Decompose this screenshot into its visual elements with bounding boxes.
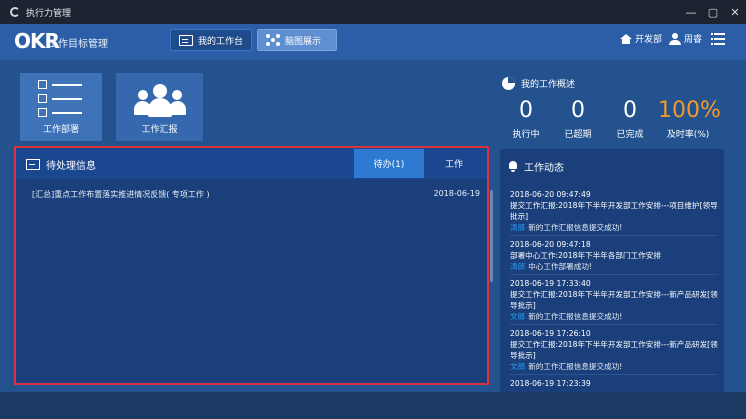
activity-time: 2018-06-20 09:47:18 <box>510 240 591 249</box>
activity-time: 2018-06-19 17:23:39 <box>510 379 591 388</box>
window-title: 执行力管理 <box>26 8 72 19</box>
activity-time: 2018-06-20 09:47:49 <box>510 190 591 199</box>
window-bottom-edge <box>0 392 746 419</box>
pending-panel: 待处理信息 待办(1) 工作 [汇总]重点工作布置落实推进情况反馈( 专项工作 … <box>14 146 493 385</box>
pending-title: 待处理信息 <box>26 157 96 172</box>
pending-scrollbar[interactable] <box>490 190 493 282</box>
pending-row-date: 2018-06-19 <box>433 189 481 198</box>
checklist-icon <box>38 80 84 118</box>
overview-title: 我的工作概述 <box>502 77 575 90</box>
home-icon <box>620 33 632 44</box>
app-icon <box>10 7 20 17</box>
activity-user: 文郎 <box>510 362 526 371</box>
activity-item[interactable]: 2018-06-20 09:47:18 部署中心工作:2018年下半年各部门工作… <box>510 236 718 275</box>
pending-title-text: 待处理信息 <box>46 161 96 172</box>
stat-overdue-value: 0 <box>571 98 585 123</box>
people-icon <box>133 84 186 118</box>
close-button[interactable]: ✕ <box>724 0 746 24</box>
tile-work-report[interactable]: 工作汇报 <box>116 73 203 141</box>
nav-my-workbench-label: 我的工作台 <box>198 36 244 47</box>
stat-on-time-rate-value: 100% <box>658 98 721 123</box>
activity-text: 部署中心工作:2018年下半年各部门工作安排 <box>510 251 661 260</box>
overview-title-text: 我的工作概述 <box>521 80 576 90</box>
app-header: OKR 工作目标管理 我的工作台 脑图展示 开发部 周睿 <box>0 24 746 60</box>
activity-list: 2018-06-20 09:47:49 提交工作汇报:2018年下半年开发部工作… <box>510 186 718 391</box>
mindmap-icon <box>266 34 280 46</box>
stat-overdue-label: 已超期 <box>564 130 592 140</box>
tab-todo[interactable]: 待办(1) <box>354 149 424 178</box>
stat-in-progress: 0 执行中 <box>496 98 556 140</box>
activity-item[interactable]: 2018-06-19 17:33:40 提交工作汇报:2018年下半年开发部工作… <box>510 275 718 325</box>
stat-on-time-rate-label: 及时率(%) <box>666 130 710 140</box>
terminal-icon <box>26 159 40 170</box>
activity-item[interactable]: 2018-06-19 17:23:39 <box>510 375 718 391</box>
pending-row[interactable]: [汇总]重点工作布置落实推进情况反馈( 专项工作 ) 2018-06-19 <box>32 189 480 200</box>
tab-work[interactable]: 工作 <box>424 149 484 178</box>
pie-chart-icon <box>502 77 515 90</box>
activity-message: 新的工作汇报信息提交成功! <box>528 223 623 232</box>
stat-completed: 0 已完成 <box>600 98 660 140</box>
activity-time: 2018-06-19 17:33:40 <box>510 279 591 288</box>
window-controls: — ▢ ✕ <box>680 0 746 24</box>
terminal-icon <box>179 34 193 46</box>
bell-icon <box>508 161 518 172</box>
department-link[interactable]: 开发部 <box>620 32 662 45</box>
tile-work-report-label: 工作汇报 <box>141 125 178 135</box>
nav-mindmap-label: 脑图展示 <box>285 36 322 47</box>
tile-work-deploy[interactable]: 工作部署 <box>20 73 102 141</box>
stat-on-time-rate: 100% 及时率(%) <box>658 98 721 140</box>
pending-panel-header: 待处理信息 待办(1) 工作 <box>14 146 489 179</box>
stat-in-progress-label: 执行中 <box>512 130 540 140</box>
activity-user: 涛郎 <box>510 262 526 271</box>
activity-text: 提交工作汇报:2018年下半年开发部工作安排---新产品研发[领导批示] <box>510 290 718 310</box>
activity-user: 涛郎 <box>510 223 526 232</box>
main-area: 工作部署 工作汇报 我的工作概述 0 执行中 0 已超期 0 已完成 100% … <box>0 60 746 419</box>
pending-row-text: [汇总]重点工作布置落实推进情况反馈( 专项工作 ) <box>32 190 210 199</box>
activity-panel: 工作动态 2018-06-20 09:47:49 提交工作汇报:2018年下半年… <box>500 149 724 393</box>
activity-message: 新的工作汇报信息提交成功! <box>528 312 623 321</box>
stat-overdue: 0 已超期 <box>548 98 608 140</box>
activity-message: 中心工作部署成功! <box>528 262 592 271</box>
activity-text: 提交工作汇报:2018年下半年开发部工作安排---新产品研发[领导批示] <box>510 340 718 360</box>
maximize-button[interactable]: ▢ <box>702 0 724 24</box>
stat-completed-value: 0 <box>623 98 637 123</box>
stat-in-progress-value: 0 <box>519 98 533 123</box>
stat-completed-label: 已完成 <box>616 130 644 140</box>
activity-text: 提交工作汇报:2018年下半年开发部工作安排---项目维护[领导批示] <box>510 201 718 221</box>
tile-work-deploy-label: 工作部署 <box>42 125 79 135</box>
user-icon <box>669 32 681 45</box>
activity-item[interactable]: 2018-06-19 17:26:10 提交工作汇报:2018年下半年开发部工作… <box>510 325 718 375</box>
user-name: 周睿 <box>684 35 703 45</box>
nav-my-workbench-button[interactable]: 我的工作台 <box>170 29 252 51</box>
user-menu[interactable]: 周睿 <box>669 32 702 45</box>
nav-mindmap-button[interactable]: 脑图展示 <box>257 29 337 51</box>
activity-message: 新的工作汇报信息提交成功! <box>528 362 623 371</box>
activity-title-text: 工作动态 <box>524 163 564 174</box>
app-subtitle: 工作目标管理 <box>48 39 108 50</box>
activity-item[interactable]: 2018-06-20 09:47:49 提交工作汇报:2018年下半年开发部工作… <box>510 186 718 236</box>
activity-time: 2018-06-19 17:26:10 <box>510 329 591 338</box>
department-label: 开发部 <box>635 35 663 45</box>
window-titlebar: 执行力管理 — ▢ ✕ <box>0 0 746 24</box>
activity-title: 工作动态 <box>508 159 564 174</box>
activity-user: 文郎 <box>510 312 526 321</box>
minimize-button[interactable]: — <box>680 0 702 24</box>
menu-icon[interactable] <box>711 33 725 45</box>
